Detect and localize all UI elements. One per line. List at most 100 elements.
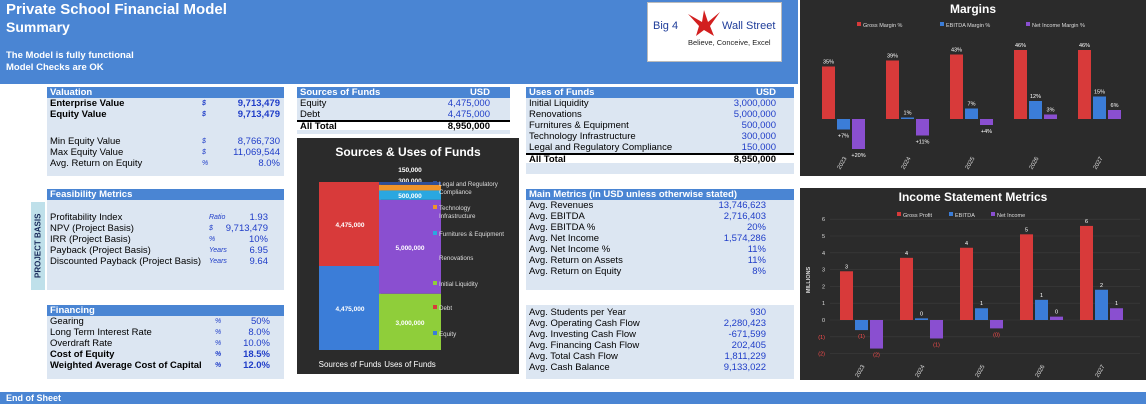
uses-value: 150,000	[741, 142, 776, 153]
uses-total-row: All Total 8,950,000	[526, 153, 794, 165]
bar	[900, 257, 913, 320]
valuation-row: Equity Value $9,713,479	[47, 109, 284, 120]
valuation-row: Avg. Return on Equity% 8.0%	[47, 158, 284, 169]
uses-total-label: All Total	[529, 154, 566, 165]
feasibility-unit: Years	[209, 247, 227, 254]
data-label: 3	[845, 264, 848, 270]
legend-item: Initial Liquidity	[439, 281, 479, 288]
valuation-panel: Valuation Enterprise Value $9,713,479 Equi…	[47, 87, 284, 176]
legend-swatch	[433, 181, 437, 185]
y-tick-label: 0	[822, 318, 825, 324]
sources-uses-chart: Sources & Uses of Funds 4,475,000 4,475,00…	[297, 138, 519, 374]
chart-title: Income Statement Metrics	[899, 190, 1048, 204]
sources-label: Equity	[300, 98, 327, 109]
su-bar-segment	[379, 184, 441, 191]
data-label: 43%	[951, 48, 962, 54]
feasibility-value: 10%	[248, 234, 268, 245]
x-category-label: 2023	[855, 364, 867, 379]
legend-swatch	[433, 331, 437, 335]
other-metric-value: 202,405	[731, 340, 766, 351]
data-label: 46%	[1015, 43, 1026, 49]
sources-total-value: 8,950,000	[447, 121, 490, 132]
main-metric-label: Avg. Net Income %	[529, 244, 611, 255]
data-label: 6	[1085, 219, 1088, 225]
legend-item: Debt	[439, 305, 452, 312]
legend-item: Net Income	[997, 213, 1025, 219]
legend-swatch	[433, 305, 437, 309]
sources-value: 4,475,000	[447, 98, 490, 109]
data-label: 46%	[1079, 43, 1090, 49]
valuation-unit: $	[202, 149, 206, 156]
uses-label: Technology Infrastructure	[529, 131, 636, 142]
sources-row: Equity 4,475,000	[297, 98, 510, 109]
data-label: +20%	[851, 153, 865, 159]
bar	[901, 117, 914, 119]
bar	[950, 54, 963, 119]
bar	[1020, 234, 1033, 320]
uses-row: Legal and Regulatory Compliance 150,000	[526, 142, 794, 153]
main-metric-row: Avg. Revenues 13,746,623	[526, 200, 794, 211]
main-metric-row: Avg. EBITDA % 20%	[526, 222, 794, 233]
main-metric-row: Avg. Return on Assets 11%	[526, 255, 794, 266]
x-category-label: 2025	[965, 156, 977, 171]
valuation-row: Enterprise Value $9,713,479	[47, 98, 284, 109]
x-category-label: 2027	[1093, 156, 1105, 171]
su-data-label: 4,475,000	[336, 306, 365, 313]
y-tick-label: 3	[822, 268, 825, 274]
x-category-label: 2026	[1035, 364, 1047, 379]
valuation-label: Avg. Return on Equity	[50, 158, 143, 169]
legend-swatch	[1026, 22, 1030, 26]
y-axis-label: MILLIONS	[806, 267, 812, 294]
other-metric-value: 9,133,022	[723, 362, 766, 373]
uses-row: Initial Liquidity 3,000,000	[526, 98, 794, 109]
logo-tagline: Believe, Conceive, Excel	[688, 38, 771, 47]
x-category-label: 2024	[901, 156, 913, 171]
main-metric-value: 11%	[747, 255, 766, 266]
data-label: (1)	[933, 342, 940, 348]
bar	[1029, 101, 1042, 119]
other-metric-row: Avg. Total Cash Flow 1,811,229	[526, 351, 794, 362]
logo-text-left: Big 4	[653, 20, 679, 32]
other-metric-label: Avg. Cash Balance	[529, 362, 610, 373]
valuation-value: 9,713,479	[237, 98, 280, 109]
legend-swatch	[940, 22, 944, 26]
data-label: 39%	[887, 54, 898, 60]
valuation-value: 8.0%	[258, 158, 280, 169]
other-metric-row: Avg. Cash Balance 9,133,022	[526, 362, 794, 373]
income-svg: Income Statement Metrics Gross Profit EBIT…	[806, 190, 1140, 379]
feasibility-unit: Ratio	[209, 214, 226, 221]
financing-value: 50%	[250, 316, 270, 327]
uses-row: Technology Infrastructure 300,000	[526, 131, 794, 142]
bar	[975, 308, 988, 320]
chart-title: Margins	[950, 2, 996, 16]
y-tick-label: 6	[822, 217, 825, 223]
bar	[1093, 96, 1106, 119]
financing-row: Weighted Average Cost of Capital% 12.0%	[47, 360, 284, 371]
legend-item: Renovations	[439, 255, 473, 262]
financing-value: 12.0%	[243, 360, 270, 371]
other-metric-value: -671,599	[728, 329, 766, 340]
valuation-label: Max Equity Value	[50, 147, 124, 158]
feasibility-row: IRR (Project Basis)% 10%	[47, 234, 284, 245]
main-metric-value: 2,716,403	[723, 211, 766, 222]
feasibility-header: Feasibility Metrics	[47, 189, 284, 200]
bar	[1014, 50, 1027, 119]
other-metric-label: Avg. Total Cash Flow	[529, 351, 618, 362]
main-metric-row: Avg. Return on Equity 8%	[526, 266, 794, 277]
uses-value: 300,000	[741, 131, 776, 142]
valuation-unit: $	[202, 138, 206, 145]
data-label: 12%	[1030, 94, 1041, 100]
uses-value: 500,000	[741, 120, 776, 131]
bar	[886, 60, 899, 119]
main-metric-value: 1,574,286	[723, 233, 766, 244]
main-metric-label: Avg. Return on Assets	[529, 255, 623, 266]
bar	[965, 108, 978, 119]
x-category-label: 2027	[1095, 364, 1107, 379]
check-note: Model Checks are OK	[6, 62, 104, 73]
financing-panel: Financing Gearing% 50% Long Term Interest …	[47, 305, 284, 379]
y-tick-label: 5	[822, 234, 825, 240]
bar	[840, 271, 853, 320]
uses-value: 3,000,000	[733, 98, 776, 109]
sources-uses-svg: Sources & Uses of Funds 4,475,000 4,475,00…	[319, 145, 505, 369]
other-metric-row: Avg. Investing Cash Flow -671,599	[526, 329, 794, 340]
